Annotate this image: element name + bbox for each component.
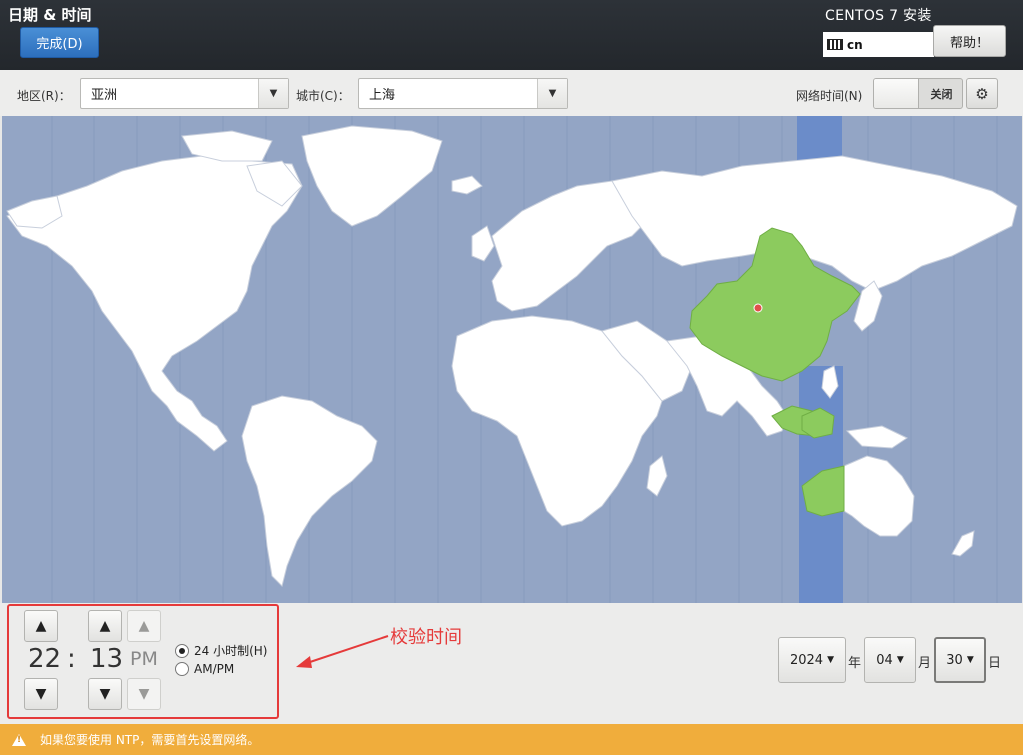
warning-icon (12, 733, 26, 746)
done-button[interactable]: 完成(D) (20, 27, 99, 58)
month-unit: 月 (918, 656, 932, 671)
british-isles[interactable] (471, 225, 495, 262)
iceland[interactable] (451, 175, 483, 195)
year-unit: 年 (848, 656, 862, 671)
year-select[interactable]: 2024 ▼ (778, 637, 846, 683)
chevron-down-icon[interactable]: ▼ (258, 79, 288, 108)
day-unit: 日 (988, 656, 1002, 671)
keyboard-layout-label: cn (847, 37, 863, 52)
annotation-arrow (296, 635, 389, 668)
network-time-label: 网络时间(N) (796, 89, 863, 103)
region-label: 地区(R)： (17, 89, 71, 103)
city-value: 上海 (369, 88, 396, 103)
annotation-label: 校验时间 (390, 627, 462, 648)
chevron-down-icon[interactable]: ▼ (537, 79, 567, 108)
world-map-svg[interactable] (2, 116, 1022, 603)
chevron-down-icon: ▼ (896, 655, 904, 665)
new-guinea[interactable] (845, 425, 909, 449)
status-message: 如果您要使用 NTP，需要首先设置网络。 (40, 733, 260, 747)
ntp-config-button[interactable]: ⚙ (966, 78, 998, 109)
city-pin-icon[interactable] (753, 303, 763, 313)
keyboard-layout-indicator[interactable]: cn (823, 32, 934, 57)
month-select[interactable]: 04 ▼ (864, 637, 916, 683)
timezone-map[interactable] (2, 116, 1022, 603)
day-select[interactable]: 30 ▼ (934, 637, 986, 683)
network-time-switch[interactable]: 关闭 (873, 78, 963, 109)
switch-state-label: 关闭 (930, 87, 953, 101)
chevron-down-icon: ▼ (827, 655, 834, 665)
greenland[interactable] (301, 125, 443, 227)
page-title: 日期 & 时间 (8, 6, 92, 24)
timezone-toolbar: 地区(R)： 亚洲 ▼ 城市(C)： 上海 ▼ 网络时间(N) 关闭 ⚙ (0, 70, 1023, 116)
status-bar: 如果您要使用 NTP，需要首先设置网络。 (0, 724, 1023, 755)
city-label: 城市(C)： (296, 89, 350, 103)
help-button[interactable]: 帮助！ (933, 25, 1006, 57)
switch-knob[interactable] (874, 79, 919, 108)
day-value: 30 (946, 652, 963, 668)
keyboard-icon (827, 39, 843, 50)
month-value: 04 (876, 652, 893, 668)
time-highlight-box (7, 604, 279, 719)
new-zealand[interactable] (951, 530, 975, 557)
australia-east[interactable] (843, 455, 915, 537)
header-bar: 日期 & 时间 完成(D) CENTOS 7 安装 cn 帮助！ (0, 0, 1023, 70)
madagascar[interactable] (646, 455, 668, 497)
city-combo[interactable]: 上海 ▼ (358, 78, 568, 109)
region-value: 亚洲 (91, 88, 118, 103)
chevron-down-icon: ▼ (966, 655, 974, 665)
gear-icon: ⚙ (975, 84, 989, 103)
japan[interactable] (853, 280, 883, 332)
region-combo[interactable]: 亚洲 ▼ (80, 78, 289, 109)
year-value: 2024 (789, 652, 824, 668)
product-title: CENTOS 7 安装 (825, 8, 932, 24)
